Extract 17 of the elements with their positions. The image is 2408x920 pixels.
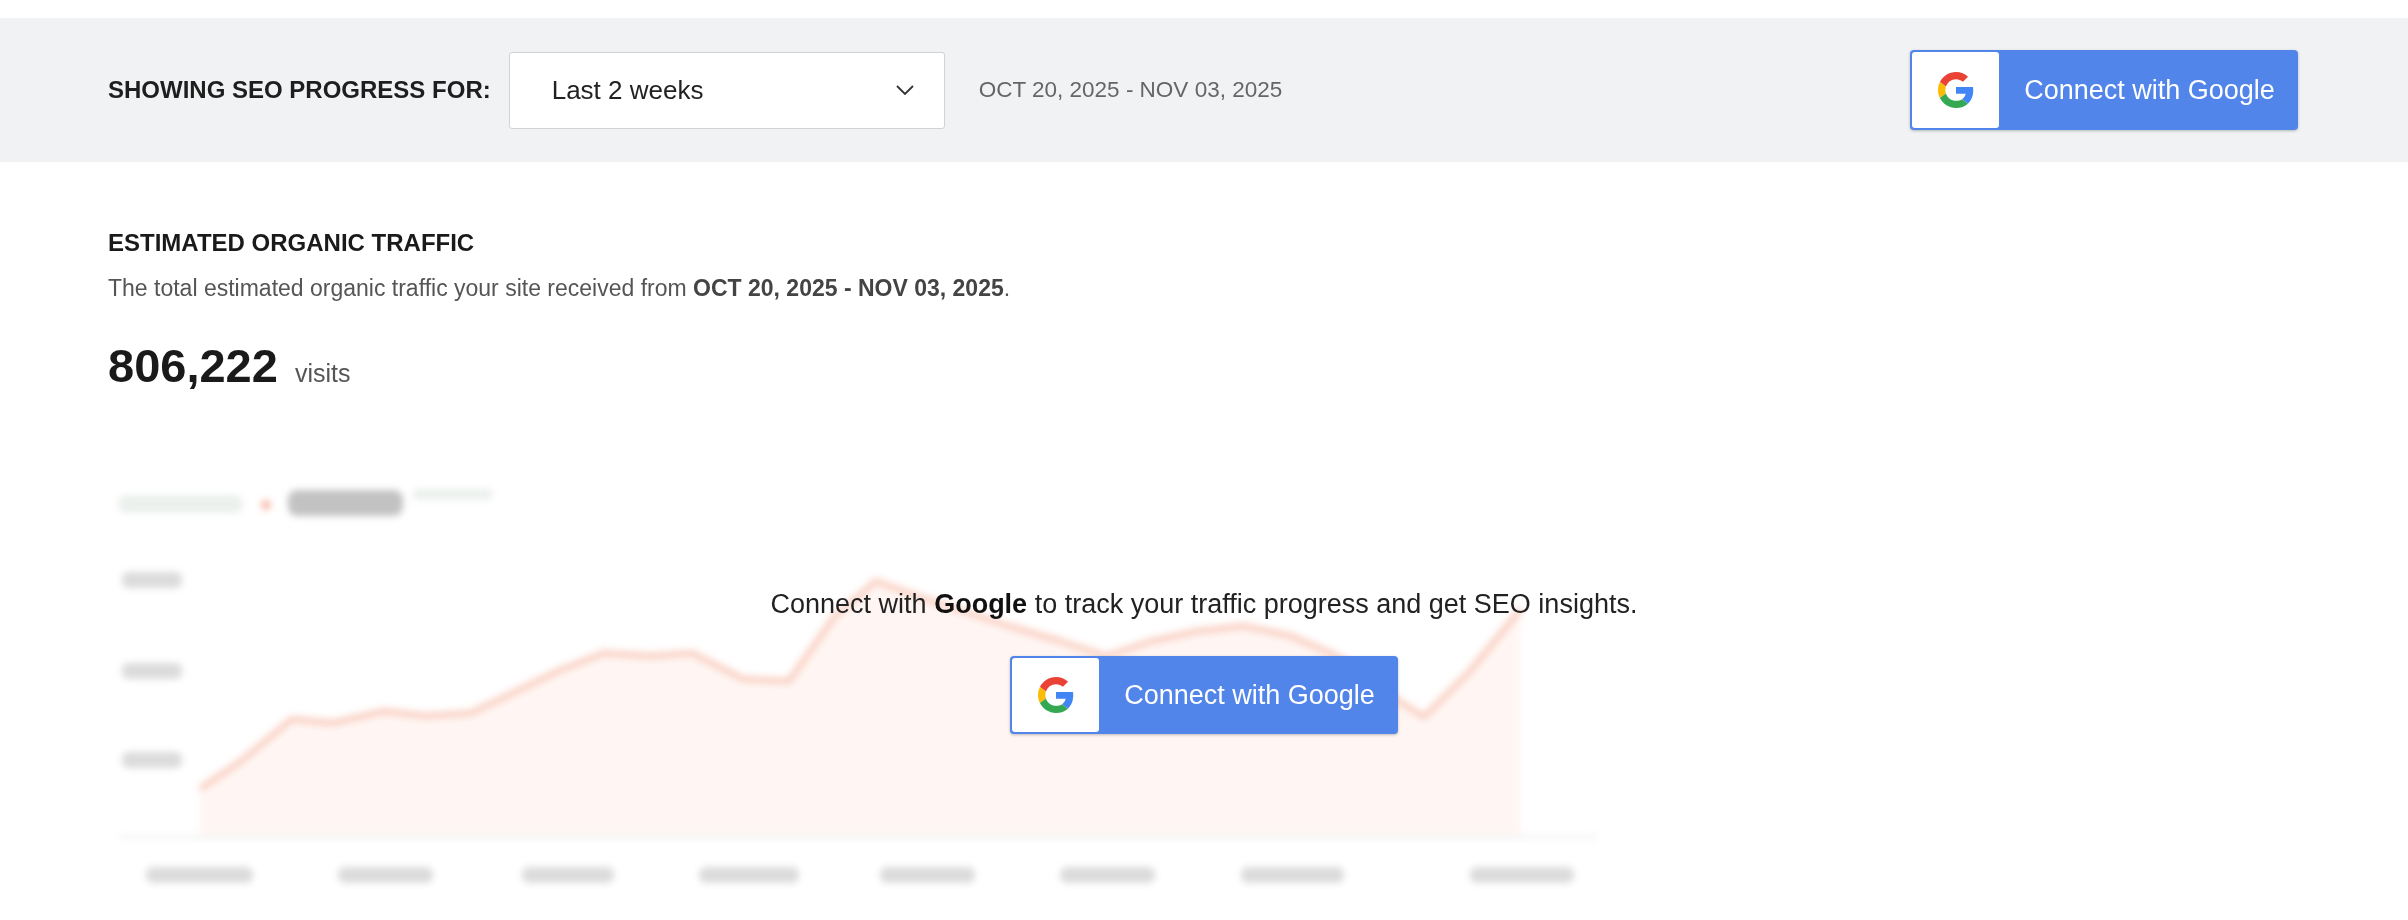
section-title: ESTIMATED ORGANIC TRAFFIC: [108, 229, 475, 258]
connect-google-button[interactable]: Connect with Google: [1910, 50, 2298, 130]
date-range-text: OCT 20, 2025 - NOV 03, 2025: [978, 77, 1283, 103]
filter-label: SHOWING SEO PROGRESS FOR:: [108, 76, 491, 104]
blurred-tick-label: [122, 572, 182, 589]
legend-dot-icon: [261, 500, 271, 511]
visits-total: 806,222: [108, 339, 278, 392]
chevron-down-icon: [895, 85, 914, 95]
connect-google-button[interactable]: Connect with Google: [1010, 656, 1398, 735]
description-text: The total estimated organic traffic your site received from OCT 20, 2025 - NOV 03, 2025.: [108, 273, 1011, 303]
blurred-tick-label: [122, 663, 182, 680]
connect-message: Connect with Google to track your traffic progress and get SEO insights.: [770, 589, 1638, 621]
blurred-tick-label: [122, 752, 182, 769]
g-logo-icon: [1912, 52, 1999, 128]
g-logo-icon: [1012, 658, 1099, 733]
visits-unit: visits: [294, 358, 351, 388]
period-dropdown[interactable]: Last 2 weeks: [508, 51, 945, 129]
